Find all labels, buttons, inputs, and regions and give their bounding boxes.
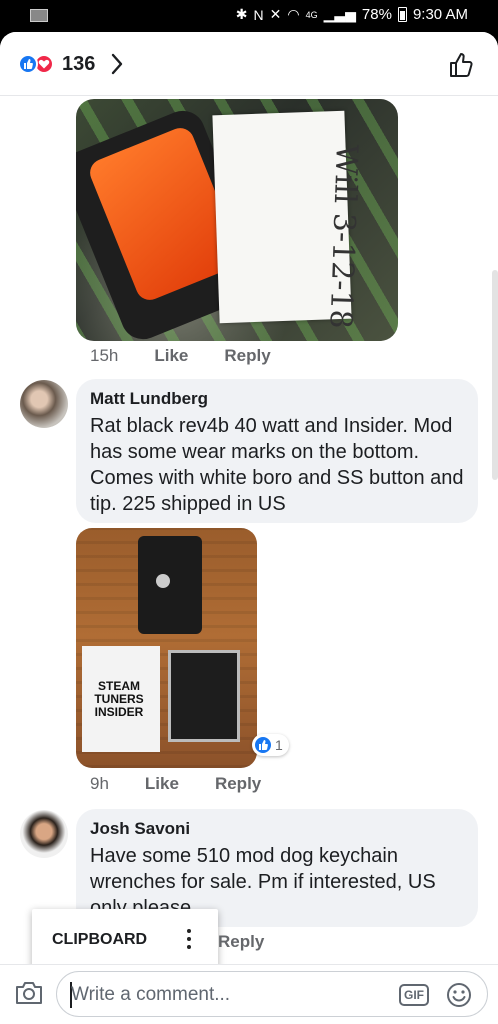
- like-reaction-icon: [255, 737, 271, 753]
- reply-link[interactable]: Reply: [215, 774, 261, 794]
- comment-photo-mod-with-note[interactable]: Will 3-12-18: [76, 99, 398, 341]
- like-reaction-icon: [18, 54, 38, 74]
- reply-link[interactable]: Reply: [218, 932, 264, 952]
- comment-bubble[interactable]: Matt Lundberg Rat black rev4b 40 watt an…: [76, 379, 478, 523]
- reply-link[interactable]: Reply: [224, 346, 270, 366]
- avatar[interactable]: [20, 810, 68, 858]
- more-options-icon[interactable]: [186, 929, 192, 951]
- bluetooth-icon: ✱: [235, 6, 248, 22]
- network-type: 4G: [305, 9, 318, 20]
- clipboard-label[interactable]: CLIPBOARD: [52, 931, 147, 949]
- wifi-icon: ◠: [287, 6, 300, 22]
- comment-author[interactable]: Josh Savoni: [90, 819, 464, 839]
- gif-icon[interactable]: GIF: [399, 984, 429, 1006]
- like-post-icon[interactable]: [448, 52, 474, 78]
- like-link[interactable]: Like: [145, 774, 179, 794]
- avatar[interactable]: [20, 380, 68, 428]
- comment-photo-mod-kit[interactable]: STEAM TUNERS INSIDER: [76, 528, 257, 768]
- scrollbar[interactable]: [492, 270, 498, 480]
- comment-time: 15h: [90, 346, 119, 365]
- reaction-badge[interactable]: 1: [252, 734, 289, 756]
- comment-composer: Write a comment... GIF: [0, 964, 498, 1024]
- status-bar: ✱ N ✕ ◠ 4G ▁▃▅ 78% 9:30 AM: [0, 0, 498, 32]
- reactions-header[interactable]: 136: [0, 32, 498, 96]
- comment-author[interactable]: Matt Lundberg: [90, 389, 464, 409]
- reaction-count[interactable]: 136: [62, 53, 95, 76]
- comment-actions: 15h Like Reply: [90, 346, 271, 366]
- signal-icon: ▁▃▅: [323, 6, 356, 22]
- smiley-icon[interactable]: [445, 981, 473, 1009]
- battery-icon: [397, 7, 407, 22]
- mute-icon: ✕: [269, 6, 282, 22]
- reaction-badge-count: 1: [275, 737, 283, 753]
- nfc-icon: N: [253, 6, 264, 23]
- camera-icon[interactable]: [14, 979, 44, 1007]
- box-mod-shape: [138, 536, 202, 634]
- comment-placeholder: Write a comment...: [71, 984, 231, 1005]
- comment-text: Rat black rev4b 40 watt and Insider. Mod…: [90, 415, 464, 515]
- tin-case-shape: [168, 650, 240, 742]
- clipboard-popup[interactable]: CLIPBOARD: [32, 909, 218, 969]
- comment-time: 9h: [90, 774, 109, 793]
- comment-input[interactable]: Write a comment... GIF: [56, 971, 488, 1017]
- battery-percent: 78%: [361, 6, 392, 23]
- product-card-text: STEAM TUNERS INSIDER: [94, 679, 144, 719]
- handwritten-note-text: Will 3-12-18: [322, 143, 364, 330]
- like-link[interactable]: Like: [154, 346, 188, 366]
- notification-app-icon: [30, 9, 48, 22]
- status-indicators: ✱ N ✕ ◠ 4G ▁▃▅ 78% 9:30 AM: [236, 6, 468, 23]
- chevron-right-icon[interactable]: [110, 53, 124, 75]
- comment-actions: 9h Like Reply: [90, 774, 261, 794]
- clock: 9:30 AM: [412, 6, 468, 23]
- comments-sheet: 136 Will 3-12-18 15h Like Reply Matt Lun…: [0, 32, 498, 1024]
